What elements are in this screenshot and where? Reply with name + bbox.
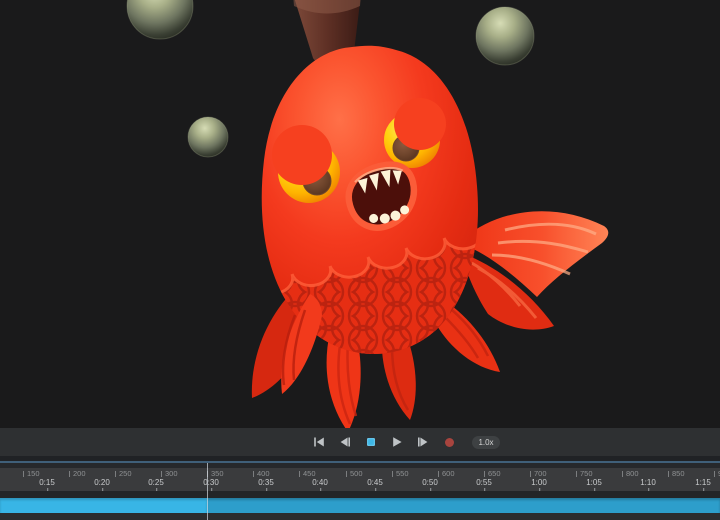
timeline-ruler[interactable]: 150 200 250 300 350 400 450 500 550 600 … xyxy=(0,468,720,491)
frame-label: 400 xyxy=(253,470,270,478)
bubble xyxy=(188,117,228,157)
step-backward-button[interactable] xyxy=(336,433,354,451)
preview-canvas[interactable] xyxy=(0,0,720,428)
animation-editor-window: 1.0x 150 200 250 300 350 400 450 500 550… xyxy=(0,0,720,520)
frame-label: 200 xyxy=(69,470,86,478)
time-label: 0:25 xyxy=(148,479,164,487)
time-label: 1:10 xyxy=(640,479,656,487)
bubble xyxy=(476,7,534,65)
time-label: 0:55 xyxy=(476,479,492,487)
time-label: 0:50 xyxy=(422,479,438,487)
time-label: 0:35 xyxy=(258,479,274,487)
time-label: 0:45 xyxy=(367,479,383,487)
time-label: 1:00 xyxy=(531,479,547,487)
timeline-panel: 1.0x 150 200 250 300 350 400 450 500 550… xyxy=(0,428,720,520)
right-eyelid xyxy=(394,98,446,150)
frame-label: 800 xyxy=(622,470,639,478)
step-backward-icon xyxy=(339,436,351,448)
stop-button[interactable] xyxy=(362,433,380,451)
time-label: 1:05 xyxy=(586,479,602,487)
playback-speed-button[interactable]: 1.0x xyxy=(472,436,499,449)
frame-label: 750 xyxy=(576,470,593,478)
time-label: 1:15 xyxy=(695,479,711,487)
separator xyxy=(0,491,720,498)
frame-label: 550 xyxy=(392,470,409,478)
frame-label: 300 xyxy=(161,470,178,478)
left-eyelid xyxy=(272,125,332,185)
time-label: 0:15 xyxy=(39,479,55,487)
timeline-scrollbar[interactable] xyxy=(0,498,720,513)
progress-remaining xyxy=(207,498,720,513)
record-icon xyxy=(445,438,454,447)
play-button[interactable] xyxy=(388,433,406,451)
time-label: 0:40 xyxy=(312,479,328,487)
stop-icon xyxy=(367,438,375,446)
time-label: 0:20 xyxy=(94,479,110,487)
frame-label: 350 xyxy=(207,470,224,478)
fish-artwork xyxy=(0,0,720,428)
bottom-strip xyxy=(0,513,720,520)
record-button[interactable] xyxy=(440,433,458,451)
progress-played xyxy=(0,498,207,513)
tail-fin xyxy=(462,211,608,329)
frame-label: 700 xyxy=(530,470,547,478)
transport-bar: 1.0x xyxy=(0,428,720,456)
skip-to-start-icon xyxy=(313,436,325,448)
step-forward-button[interactable] xyxy=(414,433,432,451)
frame-label: 500 xyxy=(346,470,363,478)
frame-label: 600 xyxy=(438,470,455,478)
frame-label: 650 xyxy=(484,470,501,478)
frame-label: 450 xyxy=(299,470,316,478)
frame-label: 900 xyxy=(714,470,720,478)
bubble xyxy=(127,0,193,39)
frame-label: 150 xyxy=(23,470,40,478)
step-forward-icon xyxy=(417,436,429,448)
play-icon xyxy=(391,436,403,448)
playhead[interactable] xyxy=(207,463,209,520)
frame-label: 850 xyxy=(668,470,685,478)
skip-to-start-button[interactable] xyxy=(310,433,328,451)
frame-label: 250 xyxy=(115,470,132,478)
